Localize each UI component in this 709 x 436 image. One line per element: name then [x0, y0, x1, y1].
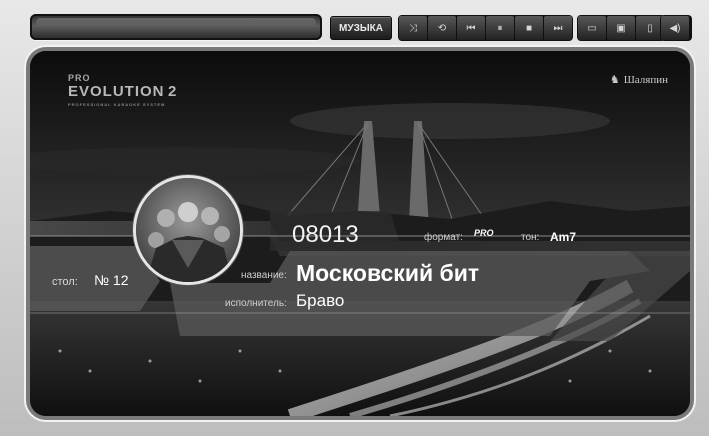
volume-icon: ◀) [669, 22, 681, 34]
pause-icon: ⏸ [497, 22, 503, 34]
playback-controls: ⤨ ⟲ ⏮ ⏸ ■ ⏭ [398, 15, 573, 41]
stop-button[interactable]: ■ [515, 16, 543, 40]
progress-bar[interactable] [30, 14, 322, 40]
table-label: стол: [52, 276, 78, 288]
next-icon: ⏭ [553, 22, 563, 34]
song-artist: Браво [296, 291, 345, 310]
logo-subtitle: PROFESSIONAL KARAOKE SYSTEM [68, 102, 166, 107]
singer-icon: ♞ [609, 74, 620, 86]
file-controls: ▭ ▣ ▯ [577, 15, 665, 41]
open-button[interactable]: ▭ [578, 16, 606, 40]
tone-label: тон: [521, 232, 540, 243]
logo-number: 2 [168, 83, 178, 100]
artist-label: исполнитель: [225, 298, 287, 309]
repeat-icon: ⟲ [437, 22, 447, 34]
format-label: формат: [424, 232, 463, 243]
tone-value: Am7 [550, 230, 577, 244]
stop-icon: ■ [525, 22, 533, 34]
evolution-logo: PRO EVOLUTION 2 PROFESSIONAL KARAOKE SYS… [68, 73, 177, 107]
trash-icon: ▯ [647, 22, 653, 34]
shalyapin-brand: ♞ Шаляпин [609, 73, 668, 87]
brand-text: Шаляпин [623, 73, 668, 86]
table-number: № 12 [94, 272, 129, 288]
volume-button[interactable]: ◀) [661, 16, 689, 40]
previous-icon: ⏮ [466, 22, 476, 34]
shuffle-icon: ⤨ [409, 22, 417, 34]
progress-sheen [36, 18, 316, 26]
repeat-button[interactable]: ⟲ [428, 16, 456, 40]
shuffle-button[interactable]: ⤨ [399, 16, 427, 40]
song-title: Московский бит [296, 260, 480, 286]
volume-control: ◀) [660, 15, 692, 41]
save-button[interactable]: ▣ [607, 16, 635, 40]
save-icon: ▣ [616, 22, 626, 34]
logo-pro: PRO [68, 73, 91, 83]
previous-button[interactable]: ⏮ [457, 16, 485, 40]
song-code: 08013 [292, 221, 359, 248]
next-button[interactable]: ⏭ [544, 16, 572, 40]
logo-evolution: EVOLUTION [68, 83, 165, 100]
title-label: название: [241, 270, 287, 281]
artist-photo [136, 178, 240, 282]
music-button[interactable]: МУЗЫКА [330, 16, 392, 40]
karaoke-screen: PRO EVOLUTION 2 PROFESSIONAL KARAOKE SYS… [30, 51, 690, 416]
pause-button[interactable]: ⏸ [486, 16, 514, 40]
format-value: PRO [474, 228, 494, 238]
band-photo-illustration [146, 202, 232, 282]
folder-icon: ▭ [587, 22, 597, 34]
